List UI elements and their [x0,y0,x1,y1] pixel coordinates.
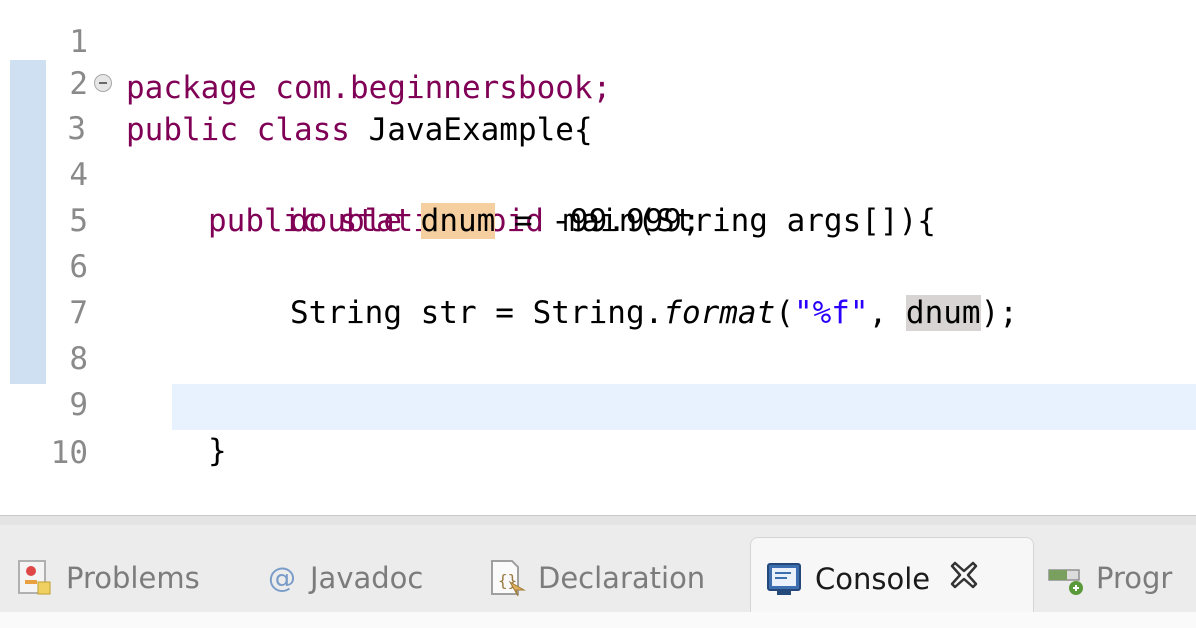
tab-label: Progr [1096,561,1173,595]
progress-icon [1046,558,1086,598]
panel-splitter[interactable] [0,515,1196,525]
code-line-9[interactable]: 9 } [0,336,1196,469]
svg-text:@: @ [268,561,296,594]
code-token: } [208,433,227,469]
tab-javadoc[interactable]: @ Javadoc [266,537,423,619]
code-line-text: } [208,428,227,474]
tab-label: Problems [66,561,200,595]
tab-label: Console [815,561,931,596]
fold-collapse-icon[interactable] [94,74,112,92]
line-number: 10 [50,435,88,471]
code-line-7[interactable]: 7 [0,244,1196,331]
tab-declaration[interactable]: {} Declaration [488,537,705,619]
console-icon [765,559,805,599]
declaration-icon: {} [488,558,528,598]
tab-label: Declaration [538,561,706,595]
at-sign-icon: @ [266,558,300,598]
code-line-5[interactable]: 5 [0,152,1196,239]
code-line-8[interactable]: 8 System.out.println("My String is: "+st… [0,290,1196,423]
code-line-6[interactable]: 6 String str = String.format("%f", dnum)… [0,198,1196,331]
tab-label: Javadoc [310,561,424,595]
code-line-text: } [126,476,299,515]
tab-problems[interactable]: Problems [16,537,200,619]
code-line-4[interactable]: 4 double dnum = -99.999; [0,106,1196,239]
code-line-10[interactable]: 10 } [0,384,1196,471]
problems-icon [16,558,56,598]
eclipse-window: 1 package com.beginnersbook; 2 public cl… [0,0,1196,628]
code-line-3[interactable]: 3 public static void main(String args[])… [0,60,1196,239]
console-area [0,612,1196,628]
tab-progress[interactable]: Progr [1046,537,1172,619]
code-editor[interactable]: 1 package com.beginnersbook; 2 public cl… [0,0,1196,515]
close-tab-icon[interactable] [948,559,980,599]
code-line-2[interactable]: 2 public class JavaExample{ [0,15,1196,148]
tab-console[interactable]: Console [750,537,1034,619]
